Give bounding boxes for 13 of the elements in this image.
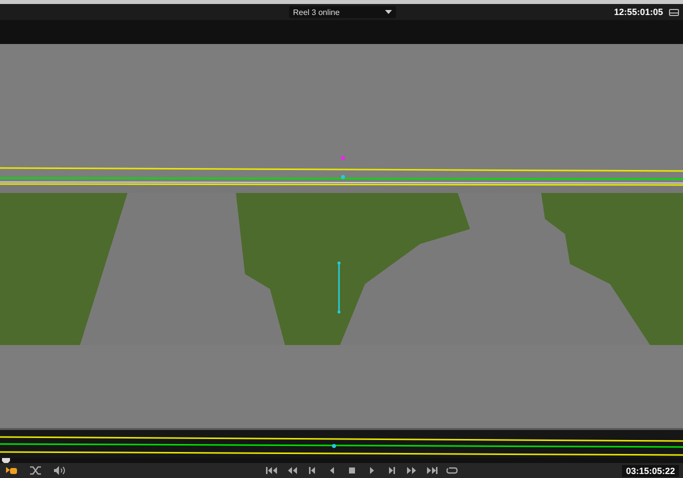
shuffle-icon[interactable] xyxy=(28,466,44,475)
loop-icon[interactable] xyxy=(446,466,458,475)
caret-icon xyxy=(385,10,392,14)
timecode: 03:15:05:22 xyxy=(622,464,679,476)
clip-dropdown[interactable]: Reel 3 online xyxy=(289,6,396,18)
rew-icon[interactable] xyxy=(286,466,298,475)
timecode: 12:55:01:05 xyxy=(614,7,663,17)
ff-icon[interactable] xyxy=(406,466,418,475)
last-icon[interactable] xyxy=(426,466,438,475)
first-icon[interactable] xyxy=(266,466,278,475)
timeline-track[interactable] xyxy=(0,430,683,458)
display-icon[interactable] xyxy=(669,8,679,16)
audio-icon[interactable] xyxy=(52,466,68,475)
